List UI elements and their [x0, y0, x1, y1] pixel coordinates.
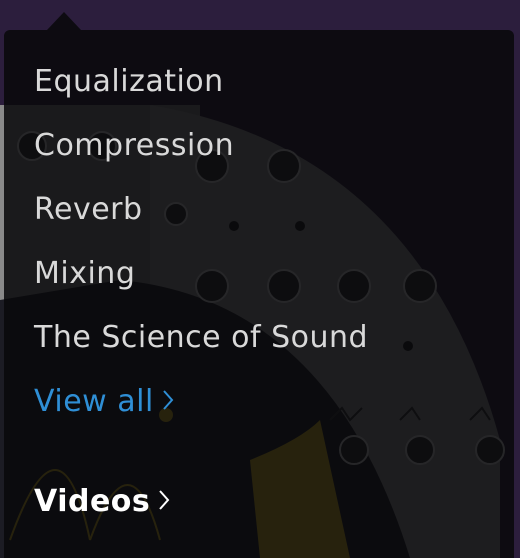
menu-list: Equalization Compression Reverb Mixing T… [34, 54, 368, 438]
page: Equalization Compression Reverb Mixing T… [0, 0, 520, 558]
menu-item-label: Equalization [34, 64, 224, 99]
chevron-right-icon [163, 389, 174, 410]
menu-item-label: Compression [34, 128, 235, 163]
view-all-link[interactable]: View all [34, 374, 368, 438]
view-all-label: View all [34, 384, 154, 419]
menu-item-compression[interactable]: Compression [34, 118, 368, 182]
menu-item-equalization[interactable]: Equalization [34, 54, 368, 118]
menu-caret [47, 12, 81, 30]
menu-item-mixing[interactable]: Mixing [34, 246, 368, 310]
videos-label: Videos [34, 484, 151, 519]
menu-item-reverb[interactable]: Reverb [34, 182, 368, 246]
videos-link[interactable]: Videos [34, 476, 170, 528]
menu-item-label: Mixing [34, 256, 136, 291]
chevron-right-icon [159, 489, 170, 510]
menu-item-label: The Science of Sound [34, 320, 369, 355]
menu-item-science-of-sound[interactable]: The Science of Sound [34, 310, 368, 374]
menu-item-label: Reverb [34, 192, 143, 227]
